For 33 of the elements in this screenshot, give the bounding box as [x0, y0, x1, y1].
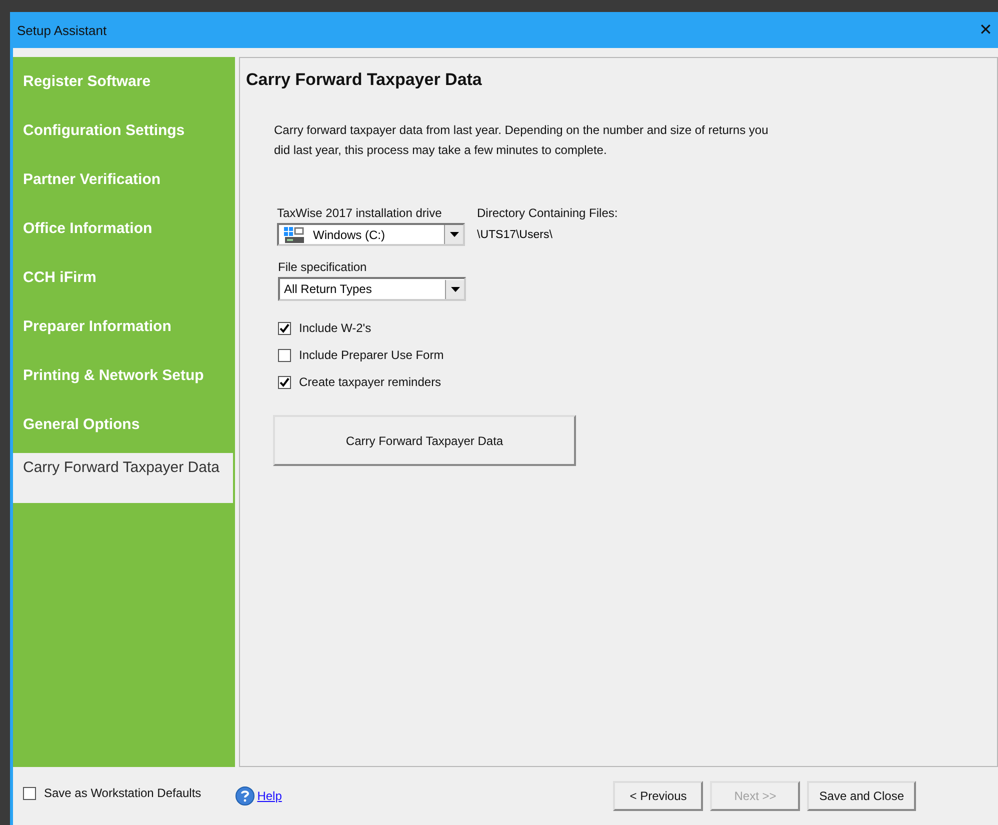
drive-icon [283, 226, 305, 244]
checkbox-label: Create taxpayer reminders [299, 375, 442, 389]
checkbox[interactable] [278, 348, 291, 362]
checkbox[interactable] [23, 786, 36, 800]
window-title: Setup Assistant [17, 22, 108, 38]
sidebar-item[interactable]: CCH iFirm [13, 257, 235, 306]
directory-label: Directory Containing Files: [477, 206, 618, 220]
footer-button[interactable]: Save and Close [807, 781, 916, 811]
checkbox-label: Save as Workstation Defaults [44, 786, 202, 800]
checkbox-label: Include W-2's [299, 321, 372, 335]
sidebar-item[interactable]: Register Software [13, 61, 235, 110]
drive-dropdown[interactable]: Windows (C:) [277, 223, 465, 246]
checkbox[interactable] [278, 376, 291, 388]
checkbox[interactable] [278, 322, 291, 334]
footer-button[interactable]: < Previous [613, 781, 704, 811]
field-label: File specification [278, 260, 368, 274]
checkbox-label: Include Preparer Use Form [299, 348, 444, 362]
sidebar-item[interactable]: Configuration Settings [13, 110, 235, 159]
sidebar-item[interactable]: Carry Forward Taxpayer Data [13, 453, 233, 503]
field-label: TaxWise 2017 installation drive [277, 206, 443, 220]
sidebar-item[interactable]: General Options [13, 404, 235, 453]
page-heading: Carry Forward Taxpayer Data [246, 70, 483, 90]
sidebar-item[interactable]: Partner Verification [13, 159, 235, 208]
carry-forward-button[interactable]: Carry Forward Taxpayer Data [273, 415, 576, 466]
help-link[interactable]: Help [257, 789, 282, 803]
description-text: Carry forward taxpayer data from last year. Depending on the number and size of returns you did last year, this process may take a few minutes to complete. [274, 122, 770, 159]
file-specification-dropdown[interactable]: All Return Types [278, 277, 466, 301]
close-button[interactable]: ✕ [973, 20, 998, 40]
sidebar-item[interactable]: Printing & Network Setup [13, 355, 235, 404]
help-icon[interactable] [235, 786, 256, 806]
directory-path: \UTS17\Users\ [477, 229, 554, 241]
sidebar-item[interactable]: Preparer Information [13, 306, 235, 355]
sidebar-item[interactable]: Office Information [13, 208, 235, 257]
